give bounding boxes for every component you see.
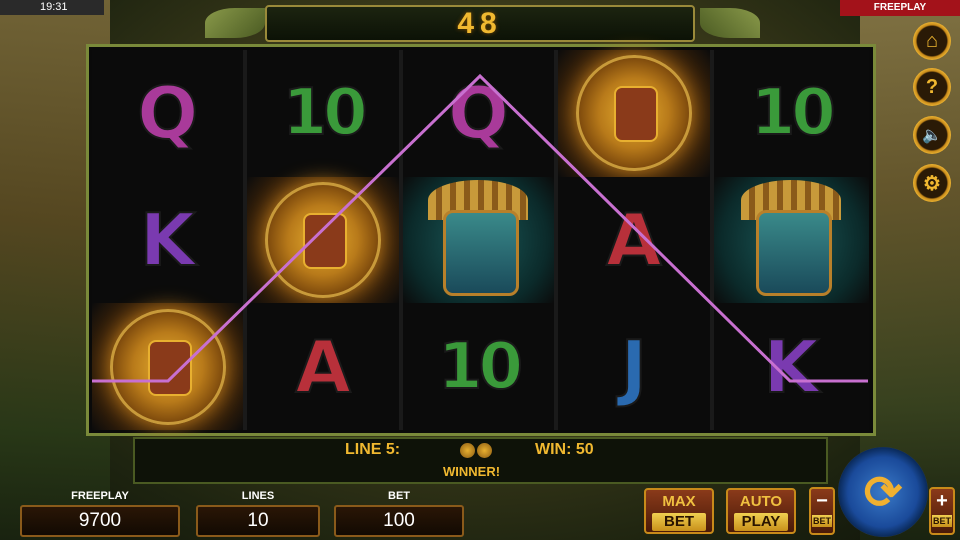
- minus-icon: −: [816, 490, 828, 512]
- freeplay-balance: 9700: [20, 505, 180, 537]
- reel-cell: [558, 50, 714, 177]
- reel-cell: 10: [247, 50, 403, 177]
- reel-cell: [402, 176, 559, 304]
- reel-cell: 10: [402, 303, 559, 430]
- reel-cell: A: [558, 176, 714, 304]
- winning-line-label: LINE 5:: [345, 441, 401, 458]
- reel-cell: [92, 303, 248, 430]
- symbol-10: 10: [437, 329, 524, 404]
- auto-play-bottom-label: PLAY: [734, 513, 788, 531]
- symbol-a: A: [294, 324, 352, 409]
- aztec-calendar-coin-icon: [265, 181, 382, 298]
- settings-button[interactable]: ⚙: [913, 164, 951, 202]
- freeplay-mode-badge: FREEPLAY: [840, 0, 960, 16]
- lines-value[interactable]: 10: [196, 505, 320, 537]
- symbol-q: Q: [447, 71, 510, 156]
- symbol-q: Q: [136, 71, 199, 156]
- reel-grid: Q 10 Q 10 K A A 10 J K: [92, 50, 869, 430]
- sound-muted-icon: 🔈: [922, 127, 942, 144]
- winner-message: WINNER!: [443, 464, 501, 479]
- help-button[interactable]: ?: [913, 68, 951, 106]
- symbol-k: K: [762, 324, 820, 409]
- reel-cell: [713, 176, 869, 304]
- aztec-mask-icon: [423, 179, 533, 300]
- reel-cell: 10: [713, 50, 869, 177]
- reel-cell: Q: [92, 50, 248, 177]
- symbol-a: A: [605, 197, 663, 282]
- auto-play-button[interactable]: AUTO PLAY: [726, 488, 796, 534]
- auto-play-top-label: AUTO: [739, 493, 783, 510]
- win-amount-label: WIN: 50: [535, 441, 594, 458]
- reel-cell: A: [247, 303, 403, 430]
- max-bet-bottom-label: BET: [652, 513, 706, 531]
- bet-label: BET: [388, 490, 410, 502]
- home-icon: ⌂: [925, 29, 939, 52]
- symbol-k: K: [139, 197, 197, 282]
- reel-cell: K: [713, 303, 869, 430]
- aztec-calendar-coin-icon: [109, 308, 226, 425]
- status-clock: 19:31: [0, 0, 104, 15]
- aztec-calendar-coin-icon: [575, 55, 692, 172]
- bet-increase-label: BET: [932, 515, 952, 527]
- bet-decrease-button[interactable]: − BET: [809, 487, 835, 535]
- win-amount-display: 48: [265, 5, 695, 42]
- settings-gear-icon: ⚙: [923, 172, 941, 195]
- symbol-j: J: [619, 324, 648, 409]
- bet-increase-button[interactable]: + BET: [929, 487, 955, 535]
- max-bet-top-label: MAX: [662, 493, 696, 510]
- max-bet-button[interactable]: MAX BET: [644, 488, 714, 534]
- symbol-10: 10: [750, 76, 837, 151]
- help-icon: ?: [925, 75, 939, 98]
- line-symbols-icon: [460, 443, 498, 459]
- freeplay-label: FREEPLAY: [71, 490, 129, 502]
- reel-cell: J: [558, 303, 714, 430]
- decorative-leaf-right: [700, 8, 760, 38]
- lines-label: LINES: [241, 490, 275, 502]
- reel-cell: K: [92, 176, 248, 304]
- plus-icon: +: [936, 490, 948, 512]
- spin-arrows-icon: ⟳: [863, 466, 903, 518]
- home-button[interactable]: ⌂: [913, 22, 951, 60]
- bet-decrease-label: BET: [812, 515, 832, 527]
- aztec-mask-icon: [736, 179, 846, 300]
- spin-button[interactable]: ⟳: [838, 447, 928, 537]
- sound-button[interactable]: 🔈: [913, 116, 951, 154]
- reel-cell: [247, 176, 403, 304]
- bet-value[interactable]: 100: [334, 505, 464, 537]
- symbol-10: 10: [282, 76, 369, 151]
- decorative-leaf-left: [205, 8, 265, 38]
- reel-cell: Q: [402, 50, 559, 177]
